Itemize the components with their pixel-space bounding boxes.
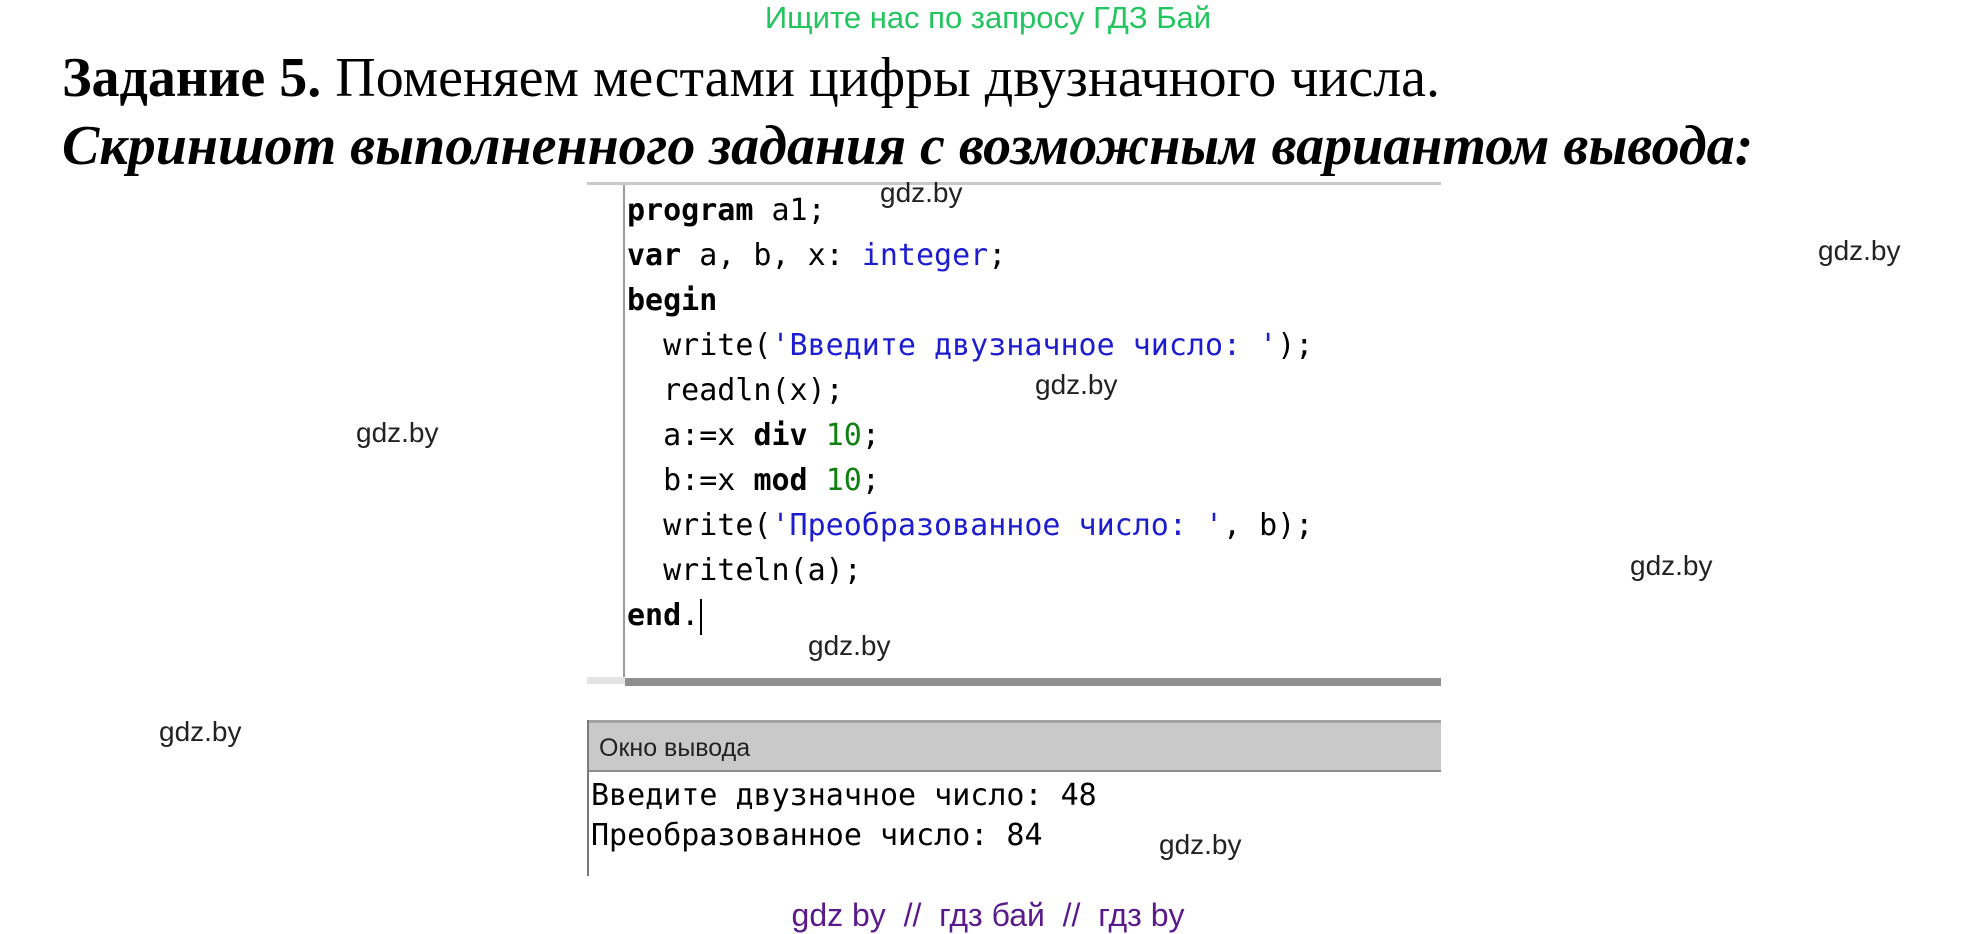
code-line: b:=x mod 10; (627, 459, 880, 503)
code-token: write( (627, 508, 772, 543)
watermark: gdz.by (159, 716, 242, 747)
code-token: write( (627, 328, 772, 363)
code-token: ); (1277, 328, 1314, 363)
code-token: , b); (1223, 508, 1314, 543)
code-token: integer (861, 238, 989, 273)
watermark: gdz.by (1159, 829, 1242, 860)
code-token: 10 (825, 463, 862, 498)
task-heading: Задание 5. Поменяем местами цифры двузна… (62, 46, 1440, 110)
code-line: write('Преобразованное число: ', b); (627, 504, 1313, 548)
code-token: ; (861, 463, 880, 498)
code-token: readln(x); (627, 373, 844, 408)
watermark: gdz.by (880, 177, 963, 208)
code-token: div (753, 418, 808, 453)
watermark: gdz.by (808, 630, 891, 661)
code-token: program (627, 193, 754, 228)
footer-watermark: gdz by // гдз бай // гдз by (791, 897, 1185, 933)
code-token: 'Введите двузначное число: ' (771, 328, 1278, 363)
code-line: end. (627, 594, 703, 638)
output-window: Окно вывода Введите двузначное число: 48… (587, 720, 1441, 876)
code-token: var (627, 238, 682, 273)
output-line-2: Преобразованное число: 84 (591, 818, 1043, 853)
code-token: ; (988, 238, 1007, 273)
code-token: a1; (753, 193, 826, 228)
editor-gutter-corner (587, 677, 625, 684)
scrollbar-thumb[interactable] (625, 678, 1441, 686)
code-token: ; (861, 418, 880, 453)
watermark: gdz.by (1630, 550, 1713, 581)
code-token: begin (627, 283, 718, 318)
code-token: writeln(a); (627, 553, 862, 588)
output-window-title: Окно вывода (599, 734, 751, 762)
output-line-1: Введите двузначное число: 48 (591, 778, 1097, 813)
code-line: program a1; (627, 189, 826, 233)
task-subtitle: Скриншот выполненного задания с возможны… (62, 115, 1754, 177)
search-banner: Ищите нас по запросу ГДЗ Бай (764, 0, 1212, 35)
code-token: 'Преобразованное число: ' (771, 508, 1224, 543)
code-line: var a, b, x: integer; (627, 234, 1006, 278)
code-editor[interactable]: program a1; var a, b, x: integer; begin wr… (587, 182, 1441, 686)
code-token: b:=x (627, 463, 754, 498)
code-token: a, b, x: (681, 238, 862, 273)
horizontal-scrollbar[interactable] (625, 677, 1441, 686)
code-token: end (627, 598, 682, 633)
code-token: 10 (825, 418, 862, 453)
code-line: write('Введите двузначное число: '); (627, 324, 1313, 368)
editor-gutter (587, 185, 625, 677)
watermark: gdz.by (1035, 369, 1118, 400)
code-line: writeln(a); (627, 549, 862, 593)
code-token: a:=x (627, 418, 754, 453)
code-line: a:=x div 10; (627, 414, 880, 458)
code-line: readln(x); (627, 369, 844, 413)
code-token: . (681, 598, 700, 633)
watermark: gdz.by (356, 417, 439, 448)
code-line: begin (627, 279, 717, 323)
watermark: gdz.by (1818, 235, 1901, 266)
code-area[interactable]: program a1; var a, b, x: integer; begin wr… (627, 185, 1441, 677)
task-number: Задание 5. (62, 47, 322, 109)
code-token: mod (753, 463, 808, 498)
text-cursor (700, 598, 703, 635)
output-window-header: Окно вывода (589, 720, 1441, 772)
task-description: Поменяем местами цифры двузначного числа… (321, 47, 1440, 109)
